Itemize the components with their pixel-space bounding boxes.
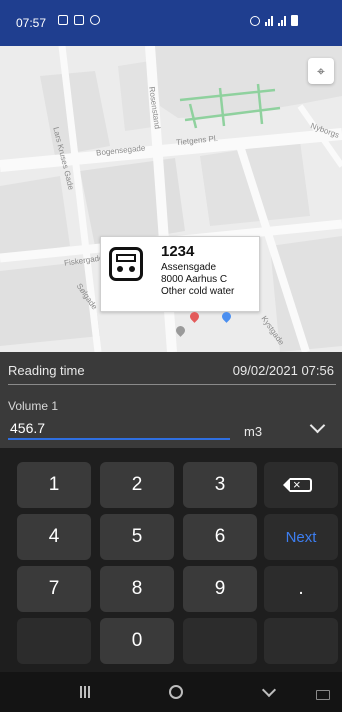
- key-9[interactable]: 9: [183, 566, 257, 612]
- gallery-icon: [58, 15, 68, 25]
- backspace-key[interactable]: [264, 462, 338, 508]
- empty-key: [264, 618, 338, 664]
- reading-panel: Reading time 09/02/2021 07:56 Volume 1 m…: [0, 352, 342, 448]
- key-2[interactable]: 2: [100, 462, 174, 508]
- divider: [8, 384, 336, 385]
- next-key[interactable]: Next: [264, 514, 338, 560]
- dot-key[interactable]: .: [264, 566, 338, 612]
- key-3[interactable]: 3: [183, 462, 257, 508]
- notification-icons: [58, 15, 100, 25]
- chevron-down-icon[interactable]: [309, 417, 326, 434]
- key-6[interactable]: 6: [183, 514, 257, 560]
- reading-time-label: Reading time: [8, 363, 85, 378]
- reading-time-row[interactable]: Reading time 09/02/2021 07:56: [0, 352, 342, 386]
- meter-street: Assensgade: [161, 262, 217, 273]
- reading-time-value[interactable]: 09/02/2021 07:56: [233, 363, 334, 378]
- meter-city: 8000 Aarhus C: [161, 274, 228, 285]
- notification-icon: [74, 15, 84, 25]
- navigation-bar: [0, 672, 342, 712]
- numeric-keypad: 1 2 3 4 5 6 Next 7 8 9 . 0: [0, 448, 342, 672]
- app-screen: 07:57 Lars Kruses Gade Bogensegade Tietg…: [0, 0, 342, 712]
- empty-key: [17, 618, 91, 664]
- sync-icon: [90, 15, 100, 25]
- key-7[interactable]: 7: [17, 566, 91, 612]
- meter-info-card[interactable]: 1234 Assensgade 8000 Aarhus C Other cold…: [100, 236, 260, 312]
- crosshair-icon: ⌖: [317, 62, 325, 79]
- home-icon[interactable]: [169, 685, 183, 699]
- key-1[interactable]: 1: [17, 462, 91, 508]
- key-0[interactable]: 0: [100, 618, 174, 664]
- unit-select[interactable]: m3: [244, 424, 262, 439]
- battery-icon: [291, 15, 298, 26]
- back-icon[interactable]: [261, 682, 277, 698]
- volume-label: Volume 1: [8, 399, 59, 413]
- location-icon: [250, 15, 260, 26]
- backspace-icon: [283, 476, 312, 494]
- key-4[interactable]: 4: [17, 514, 91, 560]
- meter-id: 1234: [161, 243, 195, 260]
- wifi-icon: [265, 15, 273, 26]
- water-meter-icon: [109, 247, 143, 281]
- key-8[interactable]: 8: [100, 566, 174, 612]
- map-view[interactable]: Lars Kruses Gade Bogensegade Tietgens Pl…: [0, 46, 342, 352]
- empty-key: [183, 618, 257, 664]
- my-location-button[interactable]: ⌖: [308, 58, 334, 84]
- signal-icon: [278, 15, 286, 26]
- system-icons: [250, 15, 298, 26]
- meter-type: Other cold water: [161, 286, 235, 297]
- keyboard-icon[interactable]: [316, 690, 330, 700]
- volume-input[interactable]: [8, 418, 230, 440]
- status-bar: 07:57: [0, 0, 342, 46]
- status-time: 07:57: [16, 16, 47, 30]
- recent-apps-icon[interactable]: [80, 686, 90, 698]
- key-5[interactable]: 5: [100, 514, 174, 560]
